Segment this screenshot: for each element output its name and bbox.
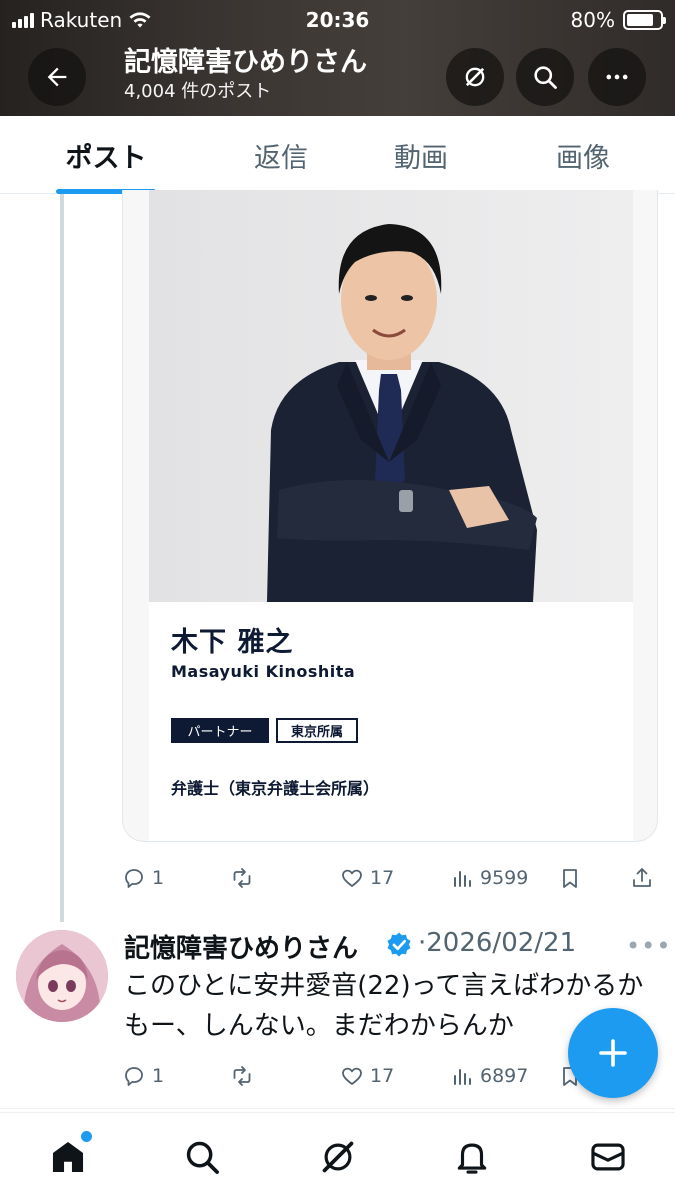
anime-avatar-image (16, 930, 108, 1022)
views-icon (454, 871, 471, 887)
repost-button[interactable] (230, 1058, 254, 1094)
like-button[interactable]: 17 (340, 860, 394, 896)
reply-button[interactable]: 1 (122, 1058, 164, 1094)
plus-icon (599, 1039, 627, 1067)
link-card[interactable]: 木下 雅之 Masayuki Kinoshita パートナー 東京所属 弁護士（… (122, 190, 658, 842)
divider (0, 1108, 675, 1109)
tab-label: 返信 (254, 142, 308, 174)
tab-posts[interactable]: ポスト (28, 116, 184, 194)
card-role: 弁護士（東京弁護士会所属） (171, 779, 380, 798)
tweet-date[interactable]: ·2026/02/21 (418, 928, 576, 958)
search-icon (534, 66, 557, 89)
heart-icon (342, 869, 362, 887)
tab-images[interactable]: 画像 (508, 116, 658, 194)
compose-button[interactable] (568, 1008, 658, 1098)
card-content: 木下 雅之 Masayuki Kinoshita パートナー 東京所属 弁護士（… (149, 190, 633, 841)
search-button[interactable] (516, 48, 574, 106)
avatar[interactable] (16, 930, 108, 1022)
heart-icon (342, 1067, 362, 1085)
home-icon (52, 1141, 84, 1173)
grok-icon (465, 67, 485, 87)
views-button[interactable]: 9599 (450, 860, 528, 896)
office-tag: 東京所属 (276, 718, 358, 743)
bell-icon (457, 1143, 487, 1174)
tab-videos[interactable]: 動画 (346, 116, 496, 194)
profile-name: 記憶障害ひめりさん (124, 47, 367, 78)
like-button[interactable]: 17 (340, 1058, 394, 1094)
battery-percent: 80% (570, 8, 615, 32)
tab-label: ポスト (65, 142, 147, 174)
back-button[interactable] (28, 48, 86, 106)
view-count: 6897 (480, 1065, 529, 1087)
repost-icon (233, 1066, 251, 1086)
post-count: 4,004 件のポスト (124, 81, 272, 102)
share-icon (633, 868, 651, 887)
nav-messages[interactable] (586, 1135, 630, 1179)
bookmark-button[interactable] (558, 860, 582, 896)
reply-count: 1 (152, 1065, 165, 1087)
like-count: 17 (370, 867, 395, 889)
profile-tabs: ポスト 返信 動画 画像 (0, 116, 675, 194)
nav-notifications[interactable] (450, 1135, 494, 1179)
more-button[interactable] (588, 48, 646, 106)
repost-button[interactable] (230, 860, 254, 896)
status-bar: Rakuten 20:36 80% (0, 6, 675, 34)
notification-dot (81, 1131, 92, 1142)
more-horizontal-icon (606, 74, 628, 80)
mail-icon (591, 1143, 625, 1171)
profile-photo (149, 190, 633, 602)
post-actions: 1 17 9599 (122, 860, 658, 896)
like-count: 17 (370, 1065, 395, 1087)
share-button[interactable] (630, 860, 654, 896)
bottom-nav (0, 1112, 675, 1200)
reply-button[interactable]: 1 (122, 860, 164, 896)
views-icon (454, 1069, 471, 1085)
tab-replies[interactable]: 返信 (206, 116, 356, 194)
bookmark-icon (563, 869, 577, 888)
grok-button[interactable] (446, 48, 504, 106)
person-image (149, 190, 633, 602)
tab-label: 画像 (556, 142, 610, 174)
arrow-left-icon (47, 67, 67, 87)
reply-count: 1 (152, 867, 165, 889)
thread-connector (60, 194, 64, 922)
nav-home[interactable] (46, 1131, 92, 1179)
reply-icon (125, 1067, 143, 1086)
search-icon (186, 1141, 219, 1174)
repost-icon (233, 868, 251, 888)
reply-icon (125, 869, 143, 888)
nav-search[interactable] (180, 1135, 224, 1179)
battery-icon (623, 10, 666, 30)
tab-label: 動画 (394, 142, 448, 174)
tweet-author[interactable]: 記憶障害ひめりさん (124, 928, 358, 965)
tweet-more-icon[interactable]: ••• (626, 932, 671, 960)
verified-badge-icon (387, 932, 411, 957)
views-button[interactable]: 6897 (450, 1058, 528, 1094)
view-count: 9599 (480, 867, 529, 889)
position-tag: パートナー (171, 718, 269, 743)
battery-info: 80% (570, 8, 666, 32)
nav-grok[interactable] (316, 1135, 360, 1179)
grok-icon (322, 1141, 354, 1173)
card-person-name: 木下 雅之 (171, 627, 294, 658)
header-title-block: 記憶障害ひめりさん 4,004 件のポスト (124, 46, 367, 104)
profile-header: Rakuten 20:36 80% 記憶障害ひめりさん 4,004 件のポスト (0, 0, 675, 116)
card-person-name-en: Masayuki Kinoshita (171, 662, 356, 681)
